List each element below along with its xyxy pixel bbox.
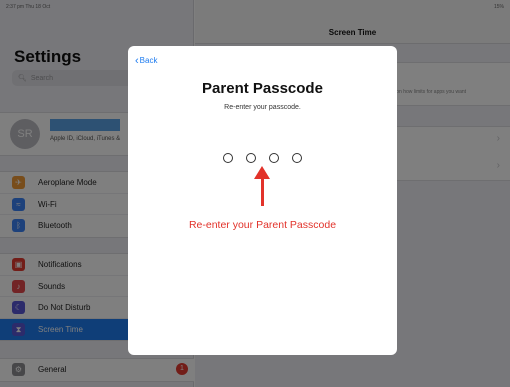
annotation-text: Re-enter your Parent Passcode xyxy=(188,219,337,231)
ipad-screen: 2:37 pm Thu 18 Oct 15% Settings 🔍︎ Searc… xyxy=(0,0,510,387)
back-label: Back xyxy=(139,56,158,65)
battery-indicator: 15% xyxy=(493,4,504,10)
dialog-title: Parent Passcode xyxy=(202,80,323,97)
passcode-dot xyxy=(223,153,233,163)
arrow-shaft xyxy=(261,174,264,206)
dialog-subtitle: Re-enter your passcode. xyxy=(224,104,301,111)
passcode-dot xyxy=(246,153,256,163)
back-button[interactable]: ‹Back xyxy=(135,55,157,67)
status-time-date: 2:37 pm Thu 18 Oct xyxy=(6,4,51,10)
passcode-entry[interactable] xyxy=(223,153,303,165)
passcode-dot xyxy=(292,153,302,163)
passcode-dot xyxy=(269,153,279,163)
parent-passcode-dialog: ‹Back Parent Passcode Re-enter your pass… xyxy=(128,46,397,355)
status-bar: 2:37 pm Thu 18 Oct 15% xyxy=(0,0,510,14)
chevron-left-icon: ‹ xyxy=(135,55,139,67)
